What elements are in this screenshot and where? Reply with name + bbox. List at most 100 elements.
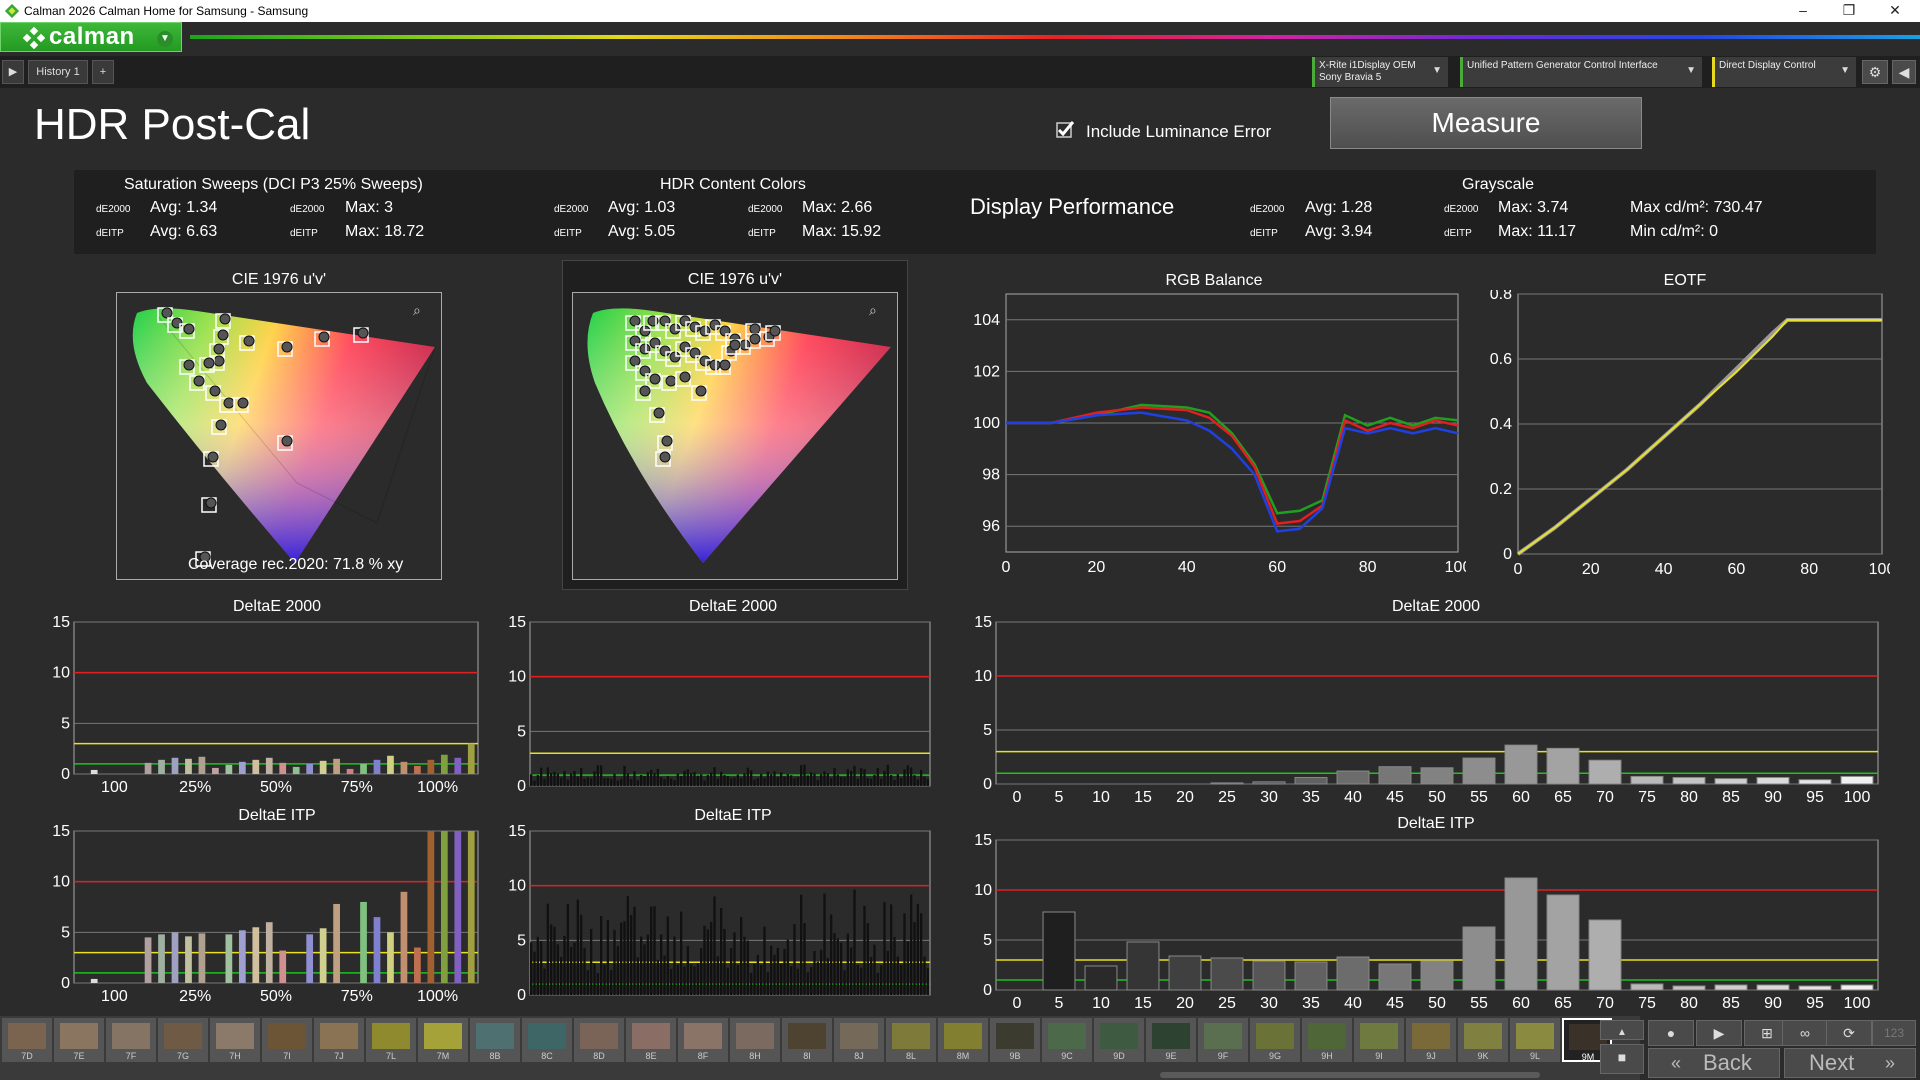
swatch-9F[interactable]: 9F bbox=[1198, 1018, 1248, 1062]
swatch-label: 9B bbox=[1009, 1051, 1021, 1061]
bar bbox=[596, 973, 599, 995]
swatch-9J[interactable]: 9J bbox=[1406, 1018, 1456, 1062]
bar bbox=[1504, 744, 1538, 785]
next-button[interactable]: Next » bbox=[1784, 1048, 1916, 1078]
swatch-9I[interactable]: 9I bbox=[1354, 1018, 1404, 1062]
bar bbox=[723, 775, 726, 786]
bar bbox=[252, 927, 260, 983]
bar bbox=[279, 950, 287, 983]
gear-icon[interactable]: ⚙ bbox=[1862, 60, 1888, 84]
bar bbox=[590, 928, 593, 995]
y-tick-label: 15 bbox=[52, 614, 70, 631]
swatch-8D[interactable]: 8D bbox=[574, 1018, 624, 1062]
x-tick-label: 45 bbox=[1386, 789, 1404, 806]
bar bbox=[863, 905, 866, 995]
back-arrow-icon: « bbox=[1671, 1053, 1682, 1073]
swatch-9C[interactable]: 9C bbox=[1042, 1018, 1092, 1062]
swatch-8B[interactable]: 8B bbox=[470, 1018, 520, 1062]
eotf-title: EOTF bbox=[1663, 272, 1707, 289]
back-button[interactable]: « Back bbox=[1648, 1048, 1780, 1078]
swatch-8I[interactable]: 8I bbox=[782, 1018, 832, 1062]
bar bbox=[736, 774, 739, 786]
measure-button[interactable]: Measure bbox=[1330, 97, 1642, 149]
hdr-de2000-max: Max: 2.66 bbox=[802, 199, 873, 216]
swatch-8M[interactable]: 8M bbox=[938, 1018, 988, 1062]
swatch-7D[interactable]: 7D bbox=[2, 1018, 52, 1062]
cie-diagram-saturation: ⌕ bbox=[116, 292, 442, 580]
swatch-label: 9H bbox=[1321, 1051, 1333, 1061]
measured-point bbox=[237, 397, 249, 409]
swatch-7L[interactable]: 7L bbox=[366, 1018, 416, 1062]
tab-history-1[interactable]: History 1 bbox=[28, 60, 88, 84]
close-button[interactable]: ✕ bbox=[1872, 0, 1918, 22]
bar bbox=[883, 770, 886, 786]
bar bbox=[238, 761, 246, 774]
hdr-deitp-avg: Avg: 5.05 bbox=[608, 223, 676, 240]
swatch-9L[interactable]: 9L bbox=[1510, 1018, 1560, 1062]
swatch-8F[interactable]: 8F bbox=[678, 1018, 728, 1062]
bar bbox=[690, 964, 693, 995]
up-arrow-icon[interactable]: ▲ bbox=[1600, 1020, 1644, 1040]
swatch-scrollbar[interactable] bbox=[1160, 1072, 1540, 1078]
y-tick-label: 5 bbox=[983, 932, 992, 949]
bar bbox=[806, 972, 809, 995]
swatch-7E[interactable]: 7E bbox=[54, 1018, 104, 1062]
maximize-button[interactable]: ❐ bbox=[1826, 0, 1872, 22]
bar bbox=[616, 780, 619, 786]
swatch-7I[interactable]: 7I bbox=[262, 1018, 312, 1062]
swatch-8H[interactable]: 8H bbox=[730, 1018, 780, 1062]
meter-device-selector[interactable]: X-Rite i1Display OEM Sony Bravia 5 ▼ bbox=[1312, 57, 1448, 87]
bar bbox=[823, 893, 826, 995]
bar bbox=[467, 743, 475, 774]
play-icon[interactable]: ▶ bbox=[2, 60, 24, 84]
bar bbox=[536, 775, 539, 786]
minimize-button[interactable]: – bbox=[1780, 0, 1826, 22]
swatch-7J[interactable]: 7J bbox=[314, 1018, 364, 1062]
bar bbox=[1756, 777, 1790, 785]
calman-menu-button[interactable]: calman ▼ bbox=[0, 22, 182, 52]
collapse-arrow-icon[interactable]: ◀ bbox=[1892, 60, 1916, 84]
pattern-generator-selector[interactable]: Unified Pattern Generator Control Interf… bbox=[1460, 57, 1702, 87]
swatch-9K[interactable]: 9K bbox=[1458, 1018, 1508, 1062]
stop-square-icon[interactable]: ■ bbox=[1600, 1044, 1644, 1074]
bar bbox=[630, 915, 633, 995]
swatch-7F[interactable]: 7F bbox=[106, 1018, 156, 1062]
de2000-label: dE2000 bbox=[290, 204, 325, 215]
include-luminance-checkbox[interactable] bbox=[1056, 120, 1076, 140]
display-control-name: Direct Display Control bbox=[1719, 60, 1816, 71]
x-tick-label: 50 bbox=[1428, 995, 1446, 1012]
stop-icon[interactable]: ● bbox=[1648, 1020, 1694, 1046]
y-tick-label: 0.2 bbox=[1490, 481, 1512, 498]
display-control-selector[interactable]: Direct Display Control ▼ bbox=[1712, 57, 1856, 87]
bar bbox=[606, 919, 609, 995]
bar bbox=[680, 911, 683, 995]
loop-icon[interactable]: ∞ bbox=[1782, 1020, 1828, 1046]
add-tab-button[interactable]: + bbox=[92, 60, 114, 84]
measured-point bbox=[193, 375, 205, 387]
swatch-7M[interactable]: 7M bbox=[418, 1018, 468, 1062]
bar bbox=[743, 936, 746, 995]
de2000-label: dE2000 bbox=[1444, 204, 1479, 215]
swatch-color bbox=[1100, 1023, 1138, 1049]
swatch-9E[interactable]: 9E bbox=[1146, 1018, 1196, 1062]
swatch-9B[interactable]: 9B bbox=[990, 1018, 1040, 1062]
x-tick-label: 100 bbox=[1869, 561, 1890, 578]
swatch-8J[interactable]: 8J bbox=[834, 1018, 884, 1062]
y-tick-label: 15 bbox=[52, 823, 70, 840]
play-icon[interactable]: ▶ bbox=[1696, 1020, 1742, 1046]
chevron-down-icon[interactable]: ▼ bbox=[157, 31, 173, 47]
refresh-icon[interactable]: ⟳ bbox=[1826, 1020, 1872, 1046]
bar bbox=[576, 776, 579, 786]
x-tick-label: 15 bbox=[1134, 995, 1152, 1012]
swatch-7H[interactable]: 7H bbox=[210, 1018, 260, 1062]
swatch-8L[interactable]: 8L bbox=[886, 1018, 936, 1062]
x-tick-label: 30 bbox=[1260, 789, 1278, 806]
swatch-8C[interactable]: 8C bbox=[522, 1018, 572, 1062]
swatch-7G[interactable]: 7G bbox=[158, 1018, 208, 1062]
swatch-9G[interactable]: 9G bbox=[1250, 1018, 1300, 1062]
bar bbox=[543, 968, 546, 995]
swatch-9D[interactable]: 9D bbox=[1094, 1018, 1144, 1062]
swatch-9H[interactable]: 9H bbox=[1302, 1018, 1352, 1062]
swatch-8E[interactable]: 8E bbox=[626, 1018, 676, 1062]
measured-point bbox=[205, 497, 217, 509]
